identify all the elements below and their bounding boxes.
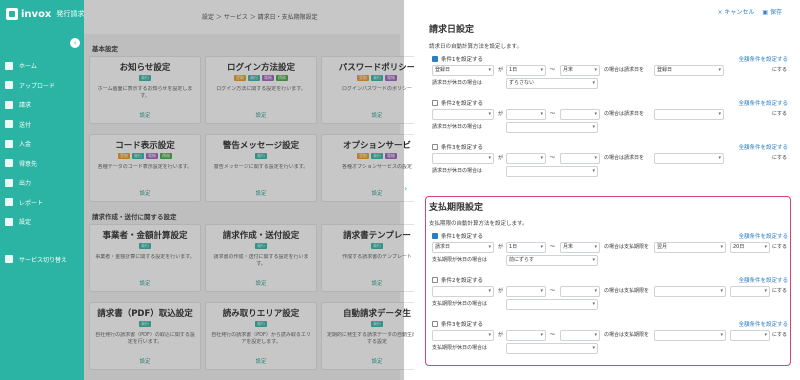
tilde-label: 〜 bbox=[550, 111, 556, 117]
sidebar-item[interactable]: 出力 bbox=[0, 173, 84, 193]
logo-icon bbox=[6, 8, 18, 20]
nav-icon bbox=[5, 159, 13, 168]
sidebar-item-label: 出力 bbox=[19, 180, 32, 188]
base-date-select[interactable] bbox=[432, 109, 494, 120]
base-date-select[interactable]: 登録日 bbox=[432, 65, 494, 76]
from-day-select[interactable] bbox=[506, 153, 546, 164]
billing-condition: 条件3を設定する 全額条件を設定する が 〜 の場合は請求日を にする請求日が休日の… bbox=[432, 142, 788, 177]
target-date-select[interactable]: 登録日 bbox=[654, 65, 724, 76]
condition-label: 条件3を設定する bbox=[441, 144, 483, 151]
nav-icon bbox=[5, 139, 13, 148]
tilde-label: 〜 bbox=[550, 67, 556, 73]
ga-label: が bbox=[498, 155, 504, 161]
service-switch[interactable]: サービス切り替え bbox=[0, 250, 84, 270]
sidebar-nav: ホームアップロード 請求送付入金得意先出力レポート設定サービス切り替え bbox=[0, 56, 84, 269]
billing-condition: 条件2を設定する 全額条件を設定する が 〜 の場合は請求日を にする請求日が休日の… bbox=[432, 98, 788, 133]
end-label: にする bbox=[772, 67, 788, 73]
nav-icon bbox=[5, 178, 13, 187]
condition-checkbox[interactable] bbox=[432, 143, 438, 150]
sidebar-item-label: アップロード bbox=[19, 82, 56, 90]
sidebar-item[interactable]: 得意先 bbox=[0, 154, 84, 174]
from-day-select[interactable] bbox=[506, 109, 546, 120]
holiday-label: 請求日が休日の場合は bbox=[432, 168, 483, 174]
collapse-sidebar-button[interactable]: ‹ bbox=[70, 38, 80, 48]
billing-condition: 条件1を設定する 全額条件を設定する 登録日 が 1日 〜 月末 の場合は請求日を… bbox=[432, 54, 788, 89]
condition-checkbox[interactable] bbox=[432, 55, 438, 62]
to-day-select[interactable] bbox=[560, 109, 600, 120]
sidebar-item-label: ホーム bbox=[19, 63, 37, 71]
sidebar-item-label: 請求 bbox=[19, 102, 32, 110]
holiday-select[interactable] bbox=[506, 166, 598, 177]
mid-label: の場合は請求日を bbox=[604, 67, 645, 73]
condition-label: 条件1を設定する bbox=[441, 56, 483, 63]
sidebar-item-label: 得意先 bbox=[19, 160, 38, 168]
service-switch-label: サービス切り替え bbox=[19, 256, 68, 264]
nav-icon bbox=[5, 81, 13, 90]
condition-label: 条件2を設定する bbox=[441, 100, 483, 107]
nav-icon bbox=[5, 61, 13, 70]
from-day-select[interactable]: 1日 bbox=[506, 65, 546, 76]
mid-label: の場合は請求日を bbox=[604, 111, 645, 117]
panel-toggle-icon[interactable]: › bbox=[404, 184, 414, 198]
full-condition-link[interactable]: 全額条件を設定する bbox=[738, 55, 788, 63]
holiday-label: 請求日が休日の場合は bbox=[432, 80, 483, 86]
condition-checkbox[interactable] bbox=[432, 99, 438, 106]
sidebar-item-label: 入金 bbox=[19, 141, 32, 149]
sidebar-item-label: レポート bbox=[19, 199, 44, 207]
sidebar-item[interactable]: ホーム bbox=[0, 56, 84, 76]
panel-actions: × キャンセル ▣ 保存 bbox=[717, 7, 782, 16]
logo-text: invox bbox=[21, 8, 52, 20]
holiday-select[interactable] bbox=[506, 122, 598, 133]
billing-date-desc: 請求日の自動計算方法を設定します。 bbox=[429, 44, 522, 50]
target-date-select[interactable] bbox=[654, 153, 724, 164]
target-date-select[interactable] bbox=[654, 109, 724, 120]
nav-icon bbox=[5, 100, 13, 109]
nav-icon bbox=[5, 120, 13, 129]
switch-icon bbox=[5, 255, 13, 264]
sidebar-item[interactable]: 請求 bbox=[0, 95, 84, 115]
highlight-frame bbox=[425, 196, 791, 366]
to-day-select[interactable]: 月末 bbox=[560, 65, 600, 76]
mid-label: の場合は請求日を bbox=[604, 155, 645, 161]
sidebar-item[interactable]: 入金 bbox=[0, 134, 84, 154]
billing-date-title: 請求日設定 bbox=[429, 25, 475, 35]
sidebar-item-label: 設定 bbox=[19, 219, 32, 227]
end-label: にする bbox=[772, 155, 788, 161]
sidebar: invox 発行請求書 ‹ ホーム アップロード 請求 送付 入金 得意先 出力 レポート 設定… bbox=[0, 0, 91, 380]
cancel-button[interactable]: × キャンセル bbox=[717, 7, 754, 16]
save-label: 保存 bbox=[769, 9, 782, 16]
holiday-select[interactable]: ずらさない bbox=[506, 78, 598, 89]
sidebar-item[interactable]: レポート bbox=[0, 193, 84, 213]
end-label: にする bbox=[772, 111, 788, 117]
tilde-label: 〜 bbox=[550, 155, 556, 161]
sidebar-item[interactable]: 設定 bbox=[0, 212, 84, 232]
full-condition-link[interactable]: 全額条件を設定する bbox=[738, 143, 788, 151]
nav-icon bbox=[5, 217, 13, 226]
save-button[interactable]: ▣ 保存 bbox=[762, 7, 782, 16]
full-condition-link[interactable]: 全額条件を設定する bbox=[738, 99, 788, 107]
ga-label: が bbox=[498, 67, 504, 73]
modal-overlay[interactable] bbox=[84, 0, 404, 380]
base-date-select[interactable] bbox=[432, 153, 494, 164]
sidebar-item[interactable]: アップロード bbox=[0, 76, 84, 96]
nav-icon bbox=[5, 198, 13, 207]
sidebar-item[interactable]: 送付 bbox=[0, 115, 84, 135]
to-day-select[interactable] bbox=[560, 153, 600, 164]
holiday-label: 請求日が休日の場合は bbox=[432, 124, 483, 130]
sidebar-item-label: 送付 bbox=[19, 121, 32, 129]
ga-label: が bbox=[498, 111, 504, 117]
